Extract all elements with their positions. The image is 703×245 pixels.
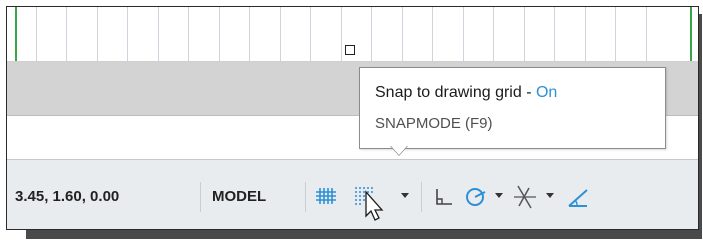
grid-line <box>66 7 67 61</box>
grid-icon <box>316 188 336 204</box>
ortho-icon <box>436 189 452 205</box>
grid-line <box>188 7 189 61</box>
snap-grid-icon <box>355 187 384 221</box>
window-shadow-bottom <box>26 229 701 239</box>
mouse-pointer-icon <box>365 190 384 221</box>
isodraft-dropdown-arrow[interactable] <box>546 193 554 198</box>
tooltip-pointer-fill <box>391 146 407 155</box>
grid-line <box>249 7 250 61</box>
status-bar: 3.45, 1.60, 0.00 MODEL <box>7 160 698 229</box>
drawing-canvas[interactable] <box>7 7 698 62</box>
separator <box>421 182 422 212</box>
grid-line <box>36 7 37 61</box>
snap-mode-dropdown-arrow[interactable] <box>401 193 409 198</box>
separator <box>200 182 201 212</box>
grid-line <box>280 7 281 61</box>
grid-line <box>402 7 403 61</box>
grid-line <box>97 7 98 61</box>
tooltip-command: SNAPMODE (F9) <box>375 115 493 132</box>
polar-tracking-dropdown-arrow[interactable] <box>495 193 503 198</box>
snap-mode-tooltip: Snap to drawing grid - On SNAPMODE (F9) <box>359 67 666 149</box>
polar-tracking-icon <box>466 188 486 206</box>
object-snap-tracking-icon <box>568 189 588 207</box>
snap-mode-button[interactable] <box>351 182 397 221</box>
grid-line <box>615 7 616 61</box>
model-space-button[interactable]: MODEL <box>212 188 266 205</box>
ortho-button[interactable] <box>431 182 457 212</box>
grid-line <box>219 7 220 61</box>
tooltip-title-text: Snap to drawing grid - <box>375 84 536 101</box>
grid-line <box>341 7 342 61</box>
grid-line <box>432 7 433 61</box>
application-window: 3.45, 1.60, 0.00 MODEL Snap to drawing g… <box>6 6 699 230</box>
grid-line <box>310 7 311 61</box>
object-snap-tracking-button[interactable] <box>565 182 591 212</box>
isodraft-button[interactable] <box>511 182 539 212</box>
grid-line <box>646 7 647 61</box>
polar-tracking-button[interactable] <box>463 182 489 212</box>
pickbox-cursor <box>345 45 355 55</box>
grid-line <box>463 7 464 61</box>
grid-line <box>524 7 525 61</box>
tooltip-title: Snap to drawing grid - On <box>375 84 557 102</box>
isometric-icon <box>514 185 536 209</box>
grid-line <box>554 7 555 61</box>
grid-line <box>158 7 159 61</box>
coordinates-readout[interactable]: 3.45, 1.60, 0.00 <box>15 188 119 205</box>
grid-display-button[interactable] <box>313 182 341 212</box>
grid-line <box>127 7 128 61</box>
y-axis-line <box>15 7 17 61</box>
separator <box>305 182 306 212</box>
grid-line <box>585 7 586 61</box>
grid-line <box>371 7 372 61</box>
grid-line <box>493 7 494 61</box>
tooltip-state: On <box>535 84 558 101</box>
x-axis-line <box>690 7 692 61</box>
